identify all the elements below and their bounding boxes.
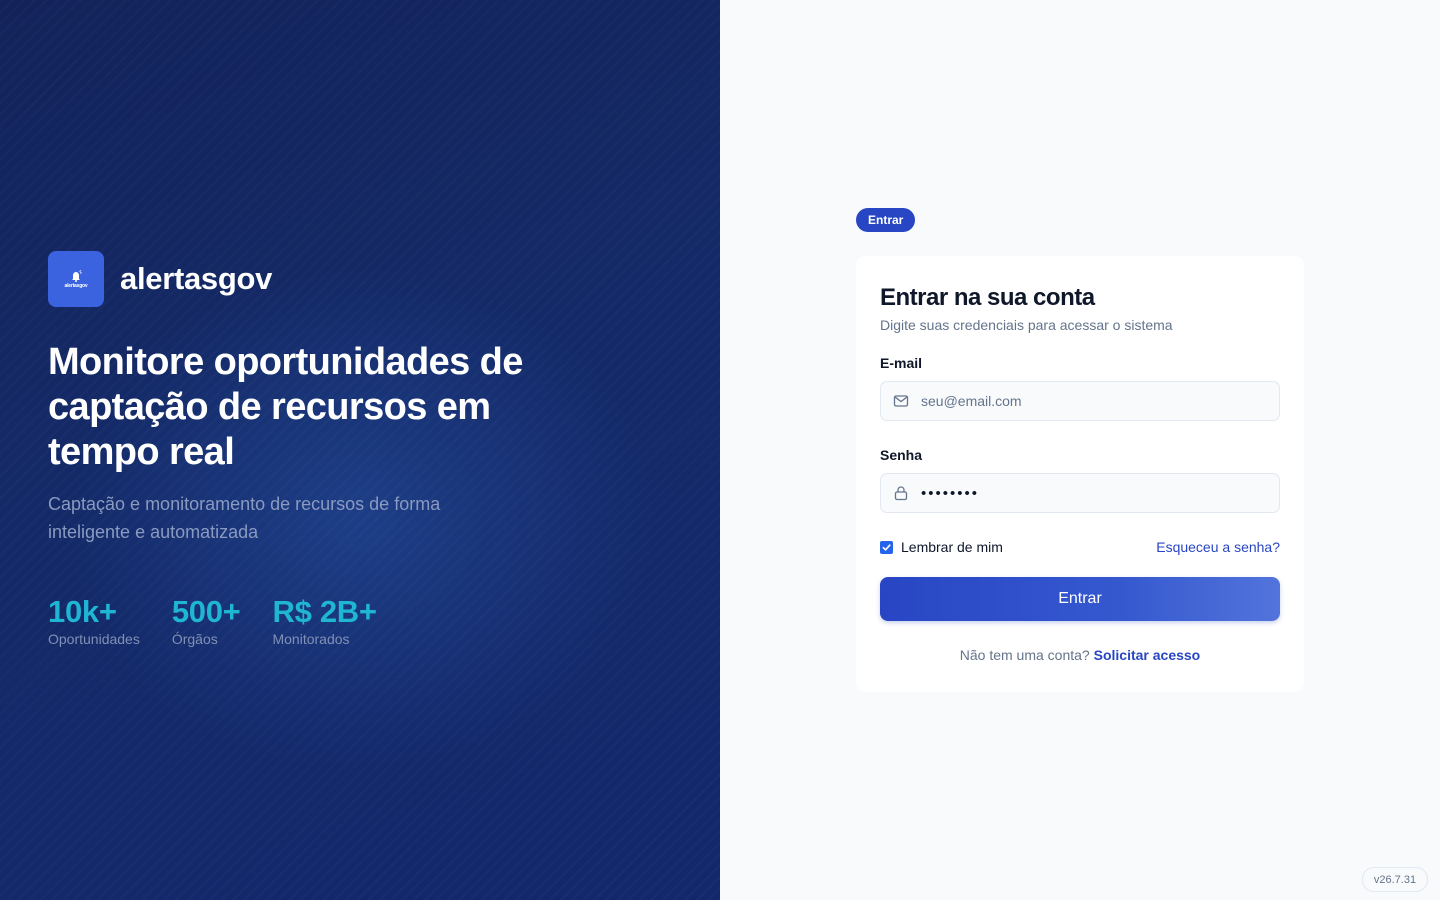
email-field-wrapper (880, 381, 1280, 421)
hero-panel: alertasgov alertasgov Monitore oportunid… (0, 0, 720, 900)
stat-value: R$ 2B+ (272, 594, 377, 629)
hero-subtitle: Captação e monitoramento de recursos de … (48, 494, 441, 542)
email-label: E-mail (880, 355, 923, 371)
check-icon (882, 543, 891, 551)
lock-icon (894, 486, 908, 501)
stat-value: 10k+ (48, 594, 117, 629)
remember-label: Lembrar de mim (901, 539, 1003, 555)
remember-me[interactable]: Lembrar de mim (880, 539, 1003, 555)
stats: 10k+ Oportunidades 500+ Órgãos R$ 2B+ Mo… (48, 594, 409, 648)
stat-label: Oportunidades (48, 631, 140, 647)
stat-agencies: 500+ Órgãos (172, 594, 241, 648)
login-options: Lembrar de mim Esqueceu a senha? (880, 539, 1280, 555)
signup-prompt-text: Não tem uma conta? (959, 647, 1094, 663)
stat-label: Órgãos (171, 631, 218, 647)
stat-opportunities: 10k+ Oportunidades (48, 594, 140, 648)
password-input[interactable] (921, 484, 1261, 502)
forgot-password-link[interactable]: Esqueceu a senha? (1156, 539, 1280, 555)
signup-prompt: Não tem uma conta? Solicitar acesso (880, 647, 1280, 663)
hero-title: Monitore oportunidades de captação de re… (48, 341, 523, 473)
login-subtitle: Digite suas credenciais para acessar o s… (880, 317, 1173, 333)
logo: alertasgov (48, 251, 104, 307)
login-card: Entrar na sua conta Digite suas credenci… (856, 256, 1304, 692)
login-submit-button[interactable]: Entrar (880, 577, 1280, 621)
email-input[interactable] (921, 393, 1261, 409)
stat-value: 500+ (171, 594, 241, 629)
version-badge: v26.7.31 (1362, 867, 1428, 892)
login-badge: Entrar (856, 208, 916, 232)
stat-label: Monitorados (272, 631, 350, 647)
mail-icon (893, 395, 909, 407)
brand: alertasgov alertasgov (48, 251, 272, 307)
remember-checkbox[interactable] (880, 540, 893, 554)
login-title: Entrar na sua conta (880, 284, 1095, 311)
bell-icon (72, 269, 82, 282)
brand-name: alertasgov (120, 261, 273, 296)
logo-text: alertasgov (64, 282, 88, 289)
stat-monitored: R$ 2B+ Monitorados (272, 594, 376, 648)
password-label: Senha (880, 447, 923, 463)
request-access-link[interactable]: Solicitar acesso (1094, 647, 1201, 663)
password-field-wrapper (880, 473, 1280, 513)
